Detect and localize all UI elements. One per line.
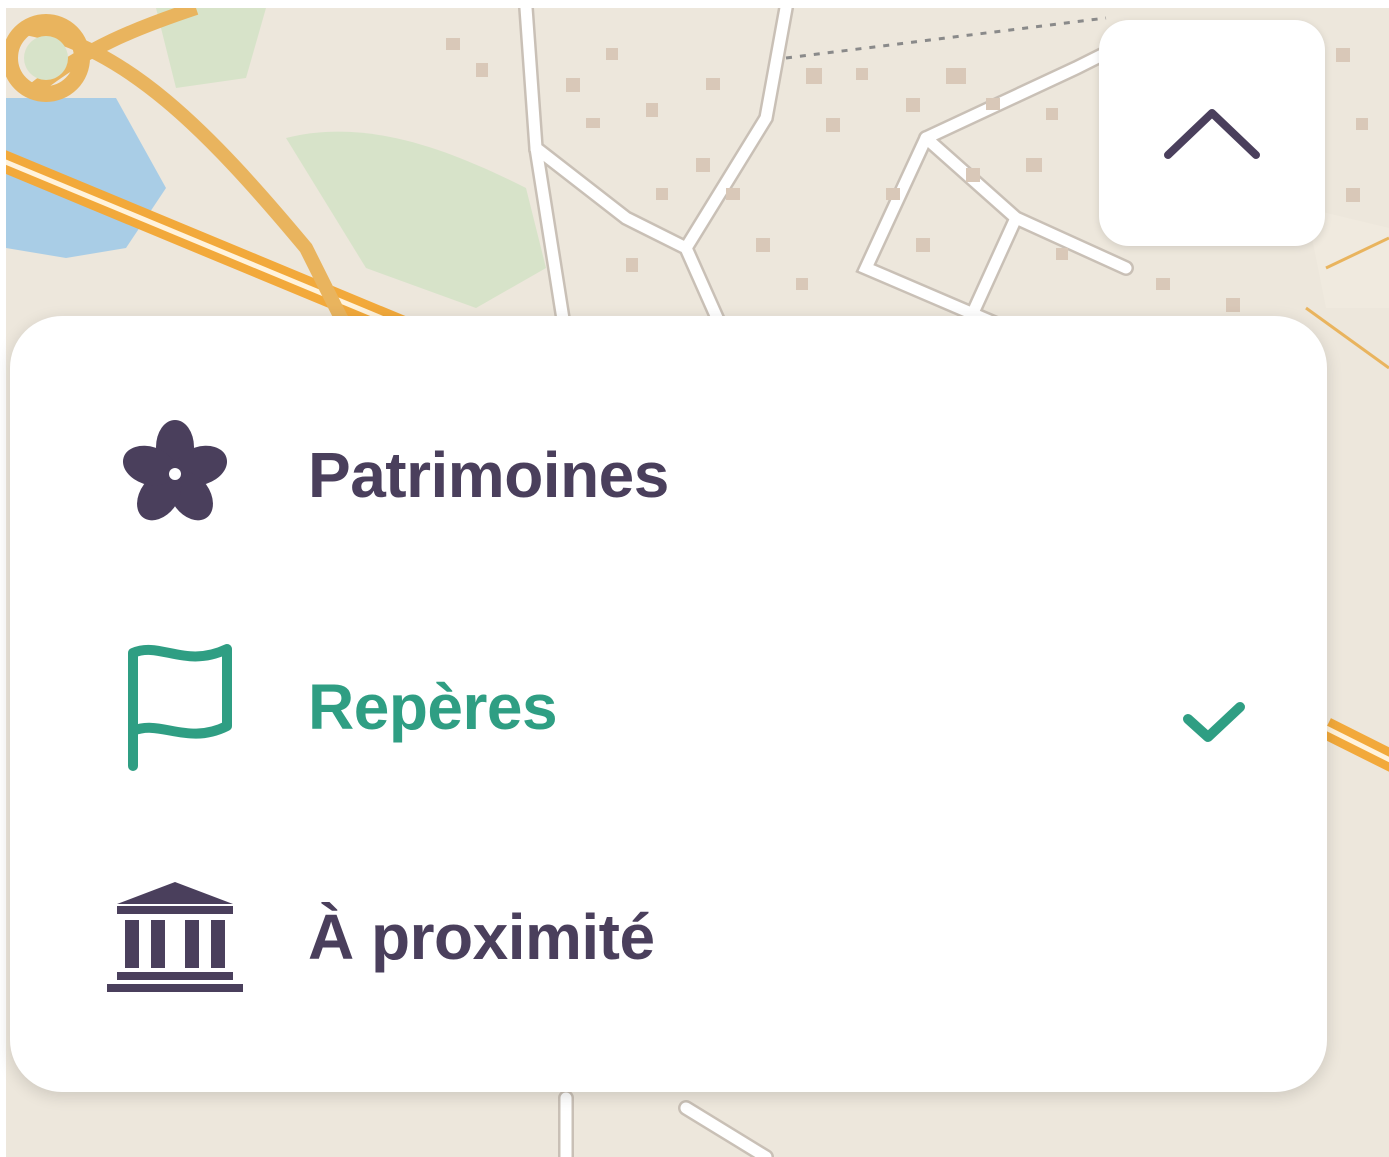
museum-icon (105, 866, 245, 1006)
flag-icon (105, 636, 245, 776)
menu-item-label: Repères (308, 671, 558, 743)
collapse-button[interactable] (1099, 20, 1325, 246)
checkmark-icon (1183, 702, 1245, 742)
chevron-up-icon (1164, 109, 1260, 159)
menu-item-label: À proximité (308, 901, 655, 973)
layers-menu: Patrimoines Repères À proximité (10, 316, 1327, 1092)
menu-item-label: Patrimoines (308, 439, 669, 511)
menu-item-reperes[interactable]: Repères (10, 606, 1327, 806)
menu-item-patrimoines[interactable]: Patrimoines (10, 374, 1327, 574)
flower-icon (105, 404, 245, 544)
menu-item-a-proximite[interactable]: À proximité (10, 836, 1327, 1036)
